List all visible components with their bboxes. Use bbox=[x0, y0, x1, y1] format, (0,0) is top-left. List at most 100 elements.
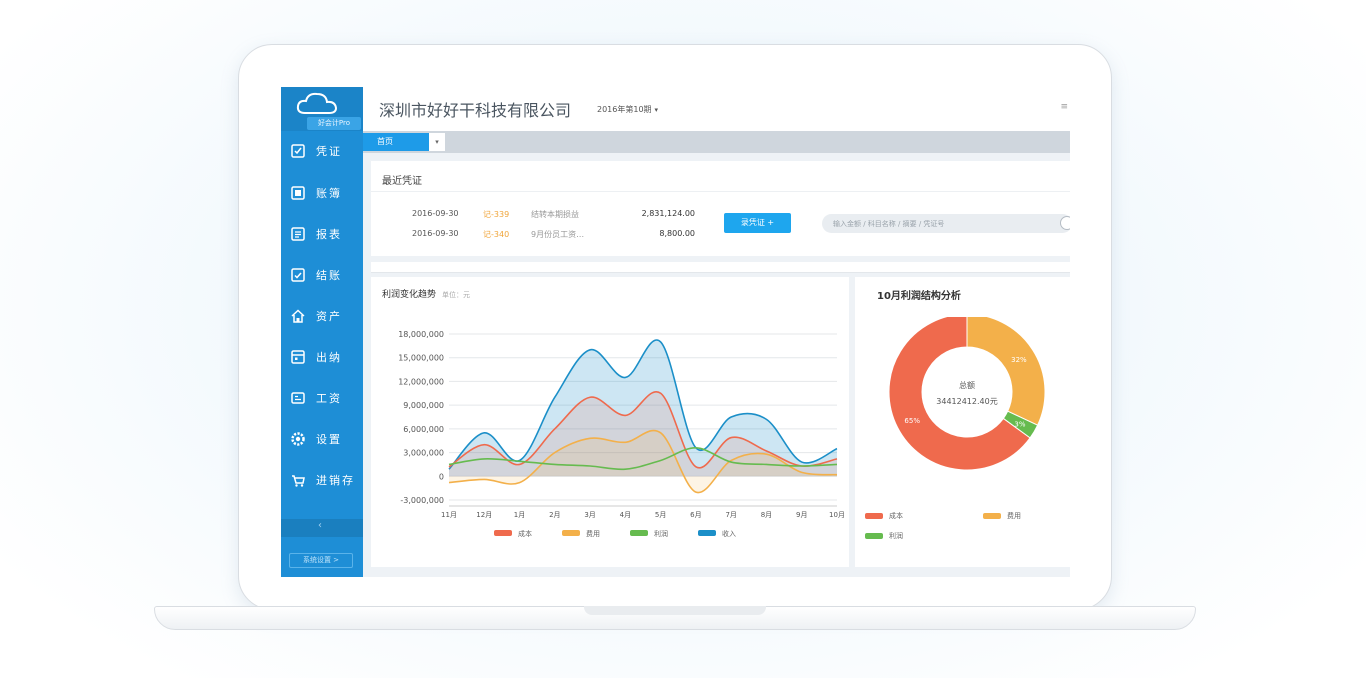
period-label: 2016年第10期 bbox=[597, 105, 652, 114]
sidebar-item-asset[interactable]: 资产 bbox=[281, 298, 363, 334]
company-name: 深圳市好好干科技有限公司 bbox=[379, 101, 572, 120]
tab-home[interactable]: 首页 bbox=[363, 133, 429, 151]
profit-structure-card: 10月利润结构分析 65% 32% 3% 总额 34412412.40元 成本 费用 利… bbox=[855, 277, 1070, 567]
pie-center-value: 34412412.40元 bbox=[936, 397, 997, 406]
sidebar-item-label: 结账 bbox=[316, 269, 342, 282]
pie-slice-label: 32% bbox=[1011, 356, 1027, 364]
legend-swatch bbox=[983, 513, 1001, 519]
report-icon bbox=[290, 226, 306, 242]
sidebar-item-salary[interactable]: 工资 bbox=[281, 380, 363, 416]
tab-bar: 首页 ▾ bbox=[363, 131, 1070, 153]
pie-center-label: 总额 bbox=[959, 380, 975, 390]
voucher-date: 2016-09-30 bbox=[412, 209, 459, 218]
legend-swatch bbox=[562, 530, 580, 536]
voucher-date: 2016-09-30 bbox=[412, 229, 459, 238]
profit-structure-chart: 65% 32% 3% 总额 34412412.40元 bbox=[888, 317, 1046, 471]
voucher-summary: 结转本期损益 bbox=[531, 210, 579, 219]
collapse-arrow-icon[interactable]: ‹ bbox=[318, 520, 322, 531]
sidebar-item-report[interactable]: 报表 bbox=[281, 216, 363, 252]
section-strip bbox=[371, 262, 1070, 273]
pie-slice-label: 65% bbox=[904, 417, 920, 425]
voucher-summary: 9月份员工资… bbox=[531, 230, 585, 239]
list-item[interactable]: 2016-09-30 记-340 9月份员工资… 8,800.00 bbox=[371, 229, 711, 243]
x-tick-label: 11月 bbox=[441, 511, 457, 519]
sidebar-item-label: 报表 bbox=[316, 228, 342, 241]
laptop-notch bbox=[584, 606, 766, 615]
divider bbox=[371, 191, 1070, 192]
y-tick-label: -3,000,000 bbox=[400, 496, 444, 505]
x-tick-label: 1月 bbox=[514, 511, 525, 519]
asset-icon bbox=[290, 308, 306, 324]
sidebar-item-cashier[interactable]: 出纳 bbox=[281, 339, 363, 375]
legend-swatch bbox=[865, 513, 883, 519]
legend-label: 成本 bbox=[889, 512, 903, 520]
profit-trend-card: 利润变化趋势 单位：元 18,000,000 15,000,000 12,000,00… bbox=[371, 277, 849, 567]
x-tick-label: 5月 bbox=[655, 511, 666, 519]
list-item[interactable]: 2016-09-30 记-339 结转本期损益 2,831,124.00 bbox=[371, 209, 711, 223]
recent-vouchers-title: 最近凭证 bbox=[382, 176, 422, 187]
legend-swatch bbox=[698, 530, 716, 536]
cloud-logo-icon bbox=[296, 92, 338, 114]
y-tick-label: 6,000,000 bbox=[403, 425, 444, 434]
legend-label: 成本 bbox=[518, 529, 532, 538]
inventory-icon bbox=[290, 472, 306, 488]
x-tick-label: 9月 bbox=[796, 511, 807, 519]
x-tick-label: 4月 bbox=[620, 511, 631, 519]
sidebar-item-label: 凭证 bbox=[316, 145, 342, 158]
sidebar-item-settings[interactable]: 设置 bbox=[281, 421, 363, 457]
chevron-down-icon: ▾ bbox=[654, 106, 659, 114]
legend-item: 成本 bbox=[865, 511, 903, 521]
sidebar-item-label: 工资 bbox=[316, 392, 342, 405]
logo-text: 好会计Pro bbox=[307, 117, 361, 130]
legend-label: 费用 bbox=[586, 529, 600, 538]
search-input[interactable] bbox=[822, 214, 1070, 233]
y-tick-label: 15,000,000 bbox=[398, 354, 444, 363]
voucher-icon bbox=[290, 143, 306, 159]
y-tick-label: 18,000,000 bbox=[398, 330, 444, 339]
x-tick-label: 2月 bbox=[549, 511, 560, 519]
x-tick-label: 10月 bbox=[829, 511, 845, 519]
sidebar-item-voucher[interactable]: 凭证 bbox=[281, 133, 363, 169]
tab-dropdown-icon[interactable]: ▾ bbox=[429, 133, 445, 151]
system-settings-button[interactable]: 系统设置 > bbox=[289, 553, 353, 568]
sidebar: 好会计Pro 凭证 账簿 报表 结账 资产 出纳 工资 设置 进销存 ‹ 系统设… bbox=[281, 87, 363, 577]
legend-item: 利润 bbox=[865, 531, 903, 541]
legend-item: 费用 bbox=[983, 511, 1021, 521]
logo[interactable]: 好会计Pro bbox=[281, 87, 363, 131]
legend-label: 费用 bbox=[1007, 512, 1021, 520]
legend-swatch bbox=[494, 530, 512, 536]
sidebar-item-label: 出纳 bbox=[316, 351, 342, 364]
menu-icon[interactable]: ≡ bbox=[1060, 102, 1068, 112]
sidebar-item-checkout[interactable]: 结账 bbox=[281, 257, 363, 293]
add-voucher-button[interactable]: 录凭证 + bbox=[724, 213, 791, 233]
y-tick-label: 12,000,000 bbox=[398, 377, 444, 386]
sidebar-item-label: 进销存 bbox=[316, 474, 355, 487]
voucher-number[interactable]: 记-340 bbox=[483, 229, 509, 240]
pie-slice-费用 bbox=[966, 317, 1046, 426]
sidebar-item-inventory[interactable]: 进销存 bbox=[281, 462, 363, 498]
gear-icon bbox=[290, 431, 306, 447]
search-icon[interactable] bbox=[1060, 216, 1070, 230]
legend-swatch bbox=[865, 533, 883, 539]
voucher-amount: 2,831,124.00 bbox=[641, 209, 695, 218]
voucher-number[interactable]: 记-339 bbox=[483, 209, 509, 220]
profit-trend-chart: 18,000,000 15,000,000 12,000,000 9,000,000 6… bbox=[398, 330, 845, 538]
period-selector[interactable]: 2016年第10期 ▾ bbox=[597, 104, 658, 115]
sidebar-collapse-bar[interactable] bbox=[281, 519, 363, 537]
x-tick-label: 12月 bbox=[476, 511, 492, 519]
header: 深圳市好好干科技有限公司 2016年第10期 ▾ ≡ bbox=[363, 87, 1070, 131]
sidebar-item-ledger[interactable]: 账簿 bbox=[281, 175, 363, 211]
sidebar-item-label: 账簿 bbox=[316, 187, 342, 200]
x-tick-label: 6月 bbox=[690, 511, 701, 519]
salary-icon bbox=[290, 390, 306, 406]
ledger-icon bbox=[290, 185, 306, 201]
y-tick-label: 9,000,000 bbox=[403, 401, 444, 410]
y-tick-label: 3,000,000 bbox=[403, 449, 444, 458]
sidebar-item-label: 资产 bbox=[316, 310, 342, 323]
legend-label: 利润 bbox=[654, 529, 668, 538]
x-tick-label: 3月 bbox=[584, 511, 595, 519]
legend-label: 利润 bbox=[889, 532, 903, 540]
x-tick-label: 8月 bbox=[761, 511, 772, 519]
cashier-icon bbox=[290, 349, 306, 365]
legend-label: 收入 bbox=[722, 529, 736, 538]
